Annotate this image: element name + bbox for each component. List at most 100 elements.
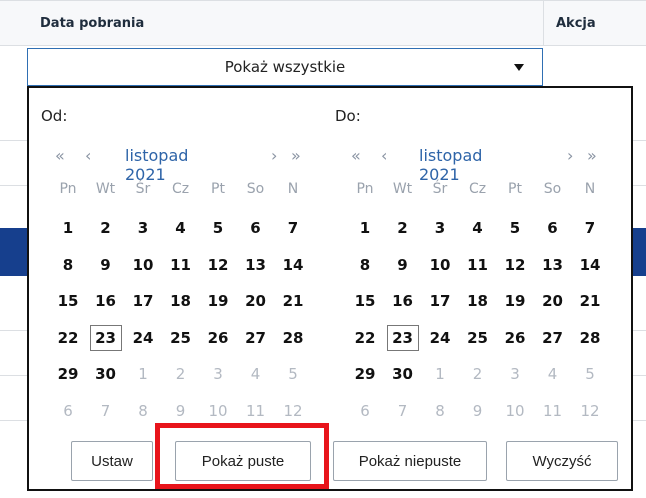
day-cell[interactable]: 29 [349, 361, 381, 387]
day-cell[interactable]: 3 [499, 361, 531, 387]
day-cell[interactable]: 3 [424, 215, 456, 241]
next-year-button[interactable]: » [291, 146, 301, 165]
day-cell[interactable]: 12 [499, 252, 531, 278]
day-cell[interactable]: 2 [462, 361, 494, 387]
day-cell[interactable]: 9 [462, 398, 494, 424]
day-cell[interactable]: 10 [202, 398, 234, 424]
day-cell[interactable]: 21 [277, 288, 309, 314]
day-cell[interactable]: 11 [240, 398, 272, 424]
day-cell[interactable]: 24 [424, 325, 456, 351]
day-cell[interactable]: 27 [537, 325, 569, 351]
day-cell[interactable]: 15 [349, 288, 381, 314]
day-cell[interactable]: 9 [90, 252, 122, 278]
day-cell[interactable]: 3 [202, 361, 234, 387]
day-cell[interactable]: 2 [90, 215, 122, 241]
day-cell-today[interactable]: 23 [386, 324, 419, 351]
day-cell[interactable]: 6 [537, 215, 569, 241]
day-cell[interactable]: 20 [537, 288, 569, 314]
day-cell[interactable]: 6 [52, 398, 84, 424]
day-cell[interactable]: 5 [202, 215, 234, 241]
day-cell[interactable]: 19 [499, 288, 531, 314]
day-cell[interactable]: 5 [574, 361, 606, 387]
prev-year-button[interactable]: « [55, 146, 65, 165]
day-cell[interactable]: 1 [52, 215, 84, 241]
day-cell[interactable]: 1 [424, 361, 456, 387]
day-cell[interactable]: 5 [499, 215, 531, 241]
next-month-button[interactable]: › [271, 146, 277, 165]
date-filter-select[interactable]: Pokaż wszystkie [27, 48, 543, 86]
day-cell[interactable]: 15 [52, 288, 84, 314]
day-cell[interactable]: 20 [240, 288, 272, 314]
day-cell[interactable]: 11 [165, 252, 197, 278]
day-cell[interactable]: 3 [127, 215, 159, 241]
next-month-button[interactable]: › [567, 146, 573, 165]
day-cell[interactable]: 17 [424, 288, 456, 314]
day-cell[interactable]: 24 [127, 325, 159, 351]
day-cell[interactable]: 25 [462, 325, 494, 351]
day-cell[interactable]: 28 [574, 325, 606, 351]
day-cell[interactable]: 10 [424, 252, 456, 278]
day-cell[interactable]: 12 [574, 398, 606, 424]
day-cell[interactable]: 7 [387, 398, 419, 424]
day-cell[interactable]: 14 [277, 252, 309, 278]
day-cell[interactable]: 4 [462, 215, 494, 241]
day-cell[interactable]: 28 [277, 325, 309, 351]
day-cell[interactable]: 18 [165, 288, 197, 314]
day-cell[interactable]: 1 [349, 215, 381, 241]
day-cell[interactable]: 13 [537, 252, 569, 278]
set-button[interactable]: Ustaw [71, 441, 153, 481]
day-cell[interactable]: 9 [387, 252, 419, 278]
day-cell[interactable]: 2 [165, 361, 197, 387]
day-cell[interactable]: 11 [537, 398, 569, 424]
day-cell[interactable]: 10 [127, 252, 159, 278]
column-header-action[interactable]: Akcja [556, 1, 596, 47]
weekday-label: Pn [356, 181, 374, 197]
day-cell[interactable]: 2 [387, 215, 419, 241]
day-cell[interactable]: 16 [387, 288, 419, 314]
day-cell[interactable]: 29 [52, 361, 84, 387]
day-cell[interactable]: 21 [574, 288, 606, 314]
day-cell[interactable]: 8 [52, 252, 84, 278]
day-cell[interactable]: 4 [165, 215, 197, 241]
day-cell[interactable]: 4 [240, 361, 272, 387]
day-cell[interactable]: 8 [127, 398, 159, 424]
day-cell[interactable]: 1 [127, 361, 159, 387]
column-header-date[interactable]: Data pobrania [40, 1, 144, 47]
day-cell[interactable]: 12 [202, 252, 234, 278]
next-year-button[interactable]: » [587, 146, 597, 165]
prev-year-button[interactable]: « [351, 146, 361, 165]
day-cell-today[interactable]: 23 [89, 324, 122, 351]
chevron-down-icon[interactable] [514, 64, 524, 71]
clear-button[interactable]: Wyczyść [506, 441, 618, 481]
day-cell[interactable]: 26 [499, 325, 531, 351]
day-cell[interactable]: 7 [90, 398, 122, 424]
day-cell[interactable]: 30 [387, 361, 419, 387]
day-cell[interactable]: 10 [499, 398, 531, 424]
day-cell[interactable]: 6 [349, 398, 381, 424]
day-cell[interactable]: 22 [52, 325, 84, 351]
day-cell[interactable]: 13 [240, 252, 272, 278]
day-cell[interactable]: 7 [277, 215, 309, 241]
prev-month-button[interactable]: ‹ [381, 146, 387, 165]
day-cell[interactable]: 4 [537, 361, 569, 387]
day-cell[interactable]: 11 [462, 252, 494, 278]
day-cell[interactable]: 16 [90, 288, 122, 314]
day-cell[interactable]: 9 [165, 398, 197, 424]
day-cell[interactable]: 12 [277, 398, 309, 424]
day-cell[interactable]: 25 [165, 325, 197, 351]
day-cell[interactable]: 18 [462, 288, 494, 314]
day-cell[interactable]: 30 [90, 361, 122, 387]
day-cell[interactable]: 26 [202, 325, 234, 351]
day-cell[interactable]: 22 [349, 325, 381, 351]
day-cell[interactable]: 7 [574, 215, 606, 241]
prev-month-button[interactable]: ‹ [85, 146, 91, 165]
day-cell[interactable]: 5 [277, 361, 309, 387]
day-cell[interactable]: 8 [424, 398, 456, 424]
day-cell[interactable]: 19 [202, 288, 234, 314]
day-cell[interactable]: 14 [574, 252, 606, 278]
day-cell[interactable]: 6 [240, 215, 272, 241]
show-nonempty-button[interactable]: Pokaż niepuste [333, 441, 487, 481]
day-cell[interactable]: 27 [240, 325, 272, 351]
day-cell[interactable]: 17 [127, 288, 159, 314]
day-cell[interactable]: 8 [349, 252, 381, 278]
